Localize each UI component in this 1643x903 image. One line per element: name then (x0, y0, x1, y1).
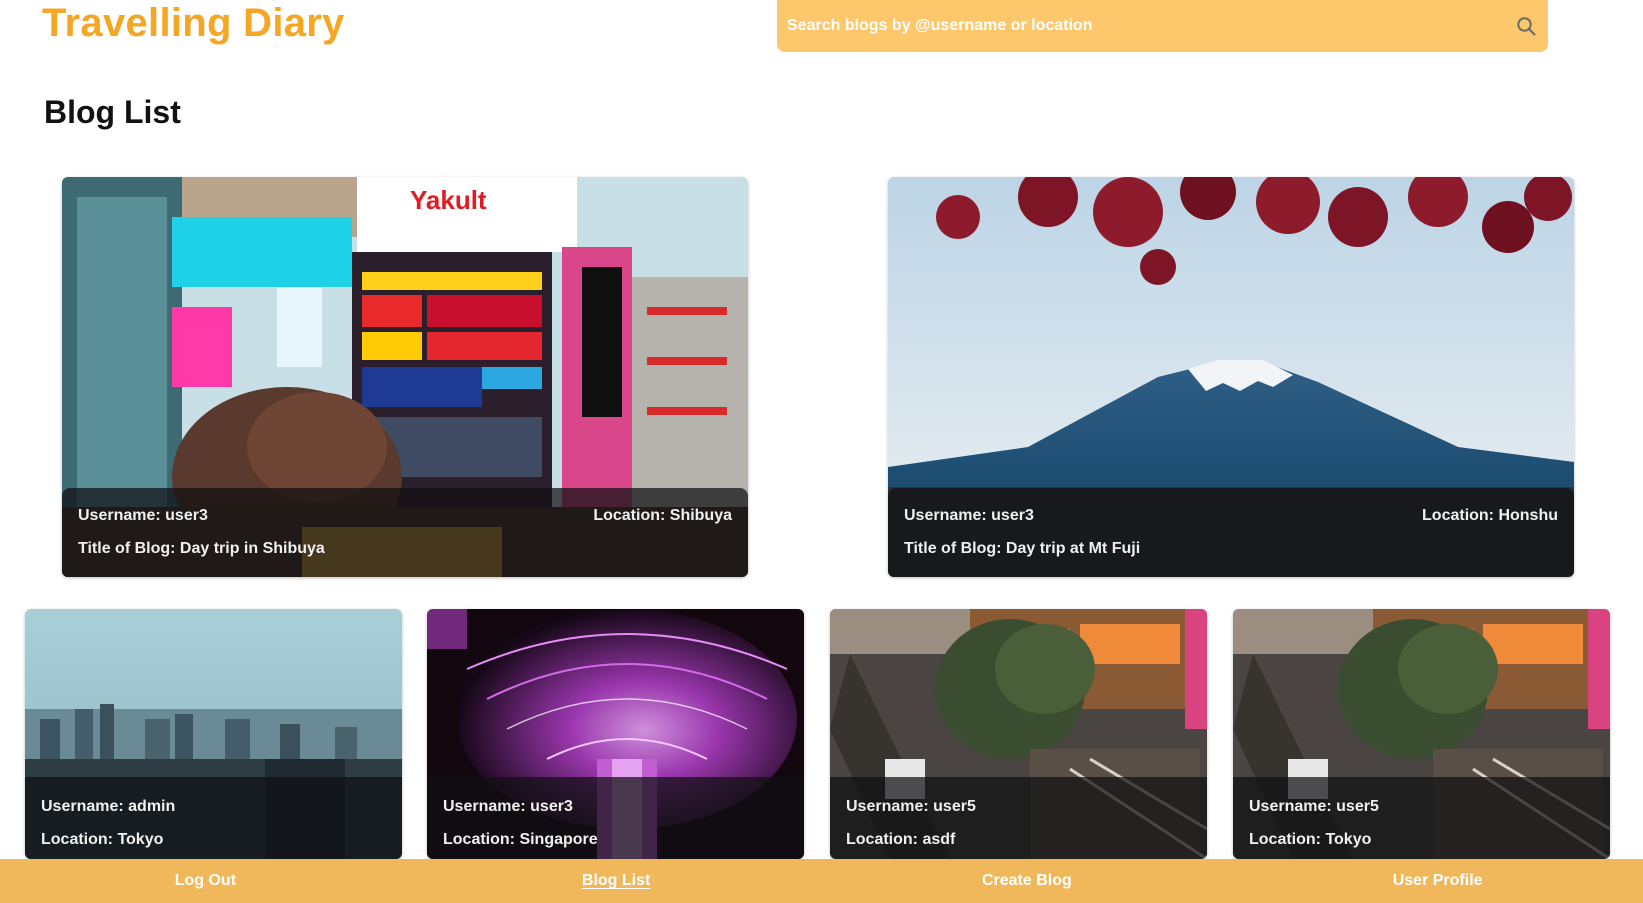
search-input[interactable] (777, 0, 1504, 53)
nav-create-blog-label: Create Blog (981, 872, 1072, 889)
blog-location: Location: asdf (846, 831, 956, 848)
bottom-nav: Log Out Blog List Create Blog User Profi… (0, 859, 1643, 903)
blog-card-shibuya[interactable]: Yakult Username: user3 Location: Shibuya… (62, 177, 748, 577)
page-title: Blog List (44, 94, 181, 130)
blog-username: Username: user5 (846, 798, 976, 815)
blog-location: Location: Shibuya (593, 507, 732, 524)
blog-card-user5-tokyo[interactable]: Username: user5 Location: Tokyo (1233, 609, 1610, 859)
nav-create-blog[interactable]: Create Blog (822, 859, 1233, 903)
blog-username: Username: user3 (443, 798, 573, 815)
blog-card-user5-asdf[interactable]: Username: user5 Location: asdf (830, 609, 1207, 859)
search-icon[interactable] (1504, 0, 1548, 52)
app-title: Travelling Diary (42, 1, 345, 45)
blog-username: Username: user5 (1249, 798, 1379, 815)
nav-user-profile-label: User Profile (1392, 872, 1483, 889)
blog-card-info: Username: user3 Location: Shibuya Title … (62, 488, 748, 577)
blog-location: Location: Singapore (443, 831, 598, 848)
nav-log-out[interactable]: Log Out (0, 859, 411, 903)
blog-username: Username: user3 (904, 507, 1034, 524)
nav-user-profile[interactable]: User Profile (1232, 859, 1643, 903)
blog-location: Location: Tokyo (41, 831, 164, 848)
blog-card-mt-fuji[interactable]: Username: user3 Location: Honshu Title o… (888, 177, 1574, 577)
blog-card-user3-singapore[interactable]: Username: user3 Location: Singapore (427, 609, 804, 859)
search-bar[interactable] (777, 0, 1548, 53)
blog-card-info: Username: user5 Location: Tokyo (1233, 777, 1610, 859)
blog-location: Location: Honshu (1422, 507, 1558, 524)
blog-username: Username: user3 (78, 507, 208, 524)
blog-card-info: Username: user3 Location: Singapore (427, 777, 804, 859)
blog-title: Title of Blog: Day trip at Mt Fuji (904, 540, 1141, 557)
nav-log-out-label: Log Out (174, 872, 237, 889)
blog-card-info: Username: user3 Location: Honshu Title o… (888, 488, 1574, 577)
blog-card-info: Username: admin Location: Tokyo (25, 777, 402, 859)
nav-blog-list[interactable]: Blog List (411, 859, 822, 903)
blog-username: Username: admin (41, 798, 176, 815)
svg-text:Yakult: Yakult (410, 185, 487, 215)
nav-blog-list-label: Blog List (581, 872, 651, 889)
blog-card-admin-tokyo[interactable]: Username: admin Location: Tokyo (25, 609, 402, 859)
app-root: Travelling Diary Blog List Yakult (0, 0, 1643, 903)
blog-title: Title of Blog: Day trip in Shibuya (78, 540, 325, 557)
blog-card-info: Username: user5 Location: asdf (830, 777, 1207, 859)
blog-location: Location: Tokyo (1249, 831, 1372, 848)
